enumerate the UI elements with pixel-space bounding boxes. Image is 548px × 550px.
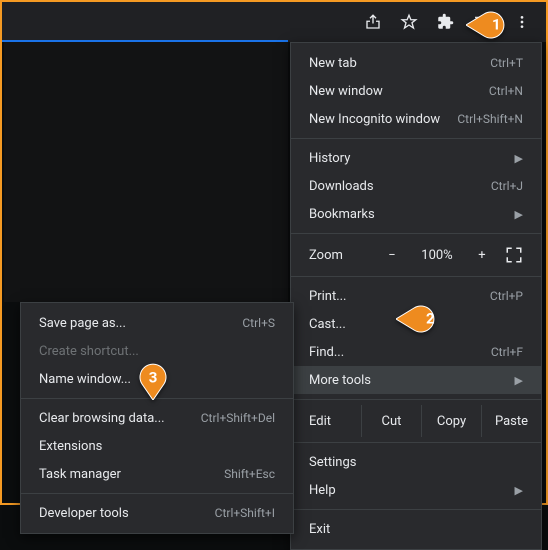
fullscreen-icon[interactable] bbox=[505, 246, 523, 264]
menu-item-shortcut: Ctrl+F bbox=[491, 345, 523, 359]
share-icon[interactable] bbox=[364, 13, 382, 31]
menu-separator bbox=[291, 509, 541, 510]
menu-item-label: Task manager bbox=[39, 467, 121, 482]
edit-copy-button[interactable]: Copy bbox=[421, 405, 481, 437]
main-menu: New tab Ctrl+T New window Ctrl+N New Inc… bbox=[290, 42, 542, 550]
menu-new-tab[interactable]: New tab Ctrl+T bbox=[291, 49, 541, 77]
submenu-clear-browsing-data[interactable]: Clear browsing data... Ctrl+Shift+Del bbox=[21, 404, 293, 432]
menu-separator bbox=[21, 493, 293, 494]
menu-item-shortcut: Ctrl+N bbox=[489, 84, 523, 98]
menu-item-label: New tab bbox=[309, 56, 357, 71]
menu-item-label: Save page as... bbox=[39, 316, 126, 331]
zoom-out-button[interactable]: − bbox=[383, 248, 401, 263]
more-tools-submenu: Save page as... Ctrl+S Create shortcut..… bbox=[20, 302, 294, 534]
menu-separator bbox=[291, 138, 541, 139]
menu-help[interactable]: Help ▶ bbox=[291, 476, 541, 504]
menu-new-window[interactable]: New window Ctrl+N bbox=[291, 77, 541, 105]
menu-item-label: History bbox=[309, 151, 350, 166]
menu-separator bbox=[291, 399, 541, 400]
menu-item-label: Developer tools bbox=[39, 506, 129, 521]
menu-item-label: Help bbox=[309, 483, 336, 498]
menu-item-label: New window bbox=[309, 84, 383, 99]
menu-item-label: Cast... bbox=[309, 317, 346, 332]
edit-cut-button[interactable]: Cut bbox=[361, 405, 421, 437]
chevron-right-icon: ▶ bbox=[515, 484, 523, 497]
menu-item-label: Bookmarks bbox=[309, 207, 375, 222]
menu-item-shortcut: Ctrl+P bbox=[490, 289, 523, 303]
zoom-in-button[interactable]: + bbox=[473, 248, 491, 263]
menu-item-label: Downloads bbox=[309, 179, 374, 194]
zoom-label: Zoom bbox=[309, 248, 369, 263]
menu-item-label: Print... bbox=[309, 289, 346, 304]
menu-item-label: New Incognito window bbox=[309, 112, 440, 127]
callout-number: 1 bbox=[492, 16, 501, 34]
zoom-percent: 100% bbox=[415, 248, 459, 263]
menu-item-label: Name window... bbox=[39, 372, 131, 387]
edit-paste-button[interactable]: Paste bbox=[481, 405, 541, 437]
menu-item-label: Settings bbox=[309, 455, 356, 470]
callout-1: 1 bbox=[466, 10, 522, 40]
callout-number: 2 bbox=[426, 310, 435, 328]
edit-label: Edit bbox=[291, 414, 361, 429]
menu-settings[interactable]: Settings bbox=[291, 448, 541, 476]
menu-exit[interactable]: Exit bbox=[291, 515, 541, 543]
callout-3: 3 bbox=[138, 358, 168, 400]
menu-item-shortcut: Ctrl+Shift+Del bbox=[201, 411, 275, 425]
menu-history[interactable]: History ▶ bbox=[291, 144, 541, 172]
chevron-right-icon: ▶ bbox=[515, 152, 523, 165]
menu-new-incognito[interactable]: New Incognito window Ctrl+Shift+N bbox=[291, 105, 541, 133]
browser-toolbar bbox=[2, 2, 546, 42]
menu-item-label: Clear browsing data... bbox=[39, 411, 165, 426]
menu-item-label: Find... bbox=[309, 345, 344, 360]
chevron-right-icon: ▶ bbox=[515, 374, 523, 387]
menu-separator bbox=[291, 233, 541, 234]
menu-item-shortcut: Ctrl+Shift+N bbox=[457, 112, 523, 126]
menu-zoom-row: Zoom − 100% + bbox=[291, 239, 541, 271]
callout-2: 2 bbox=[396, 304, 452, 334]
menu-item-label: Create shortcut... bbox=[39, 344, 139, 359]
menu-item-shortcut: Ctrl+Shift+I bbox=[215, 506, 275, 520]
submenu-task-manager[interactable]: Task manager Shift+Esc bbox=[21, 460, 293, 488]
menu-separator bbox=[291, 276, 541, 277]
menu-item-shortcut: Ctrl+S bbox=[242, 316, 275, 330]
chevron-right-icon: ▶ bbox=[515, 208, 523, 221]
menu-more-tools[interactable]: More tools ▶ bbox=[291, 366, 541, 394]
menu-edit-row: Edit Cut Copy Paste bbox=[291, 405, 541, 437]
menu-item-label: Extensions bbox=[39, 439, 102, 454]
menu-item-label: Exit bbox=[309, 522, 330, 537]
menu-bookmarks[interactable]: Bookmarks ▶ bbox=[291, 200, 541, 228]
submenu-developer-tools[interactable]: Developer tools Ctrl+Shift+I bbox=[21, 499, 293, 527]
callout-number: 3 bbox=[149, 369, 158, 387]
submenu-extensions[interactable]: Extensions bbox=[21, 432, 293, 460]
menu-item-shortcut: Shift+Esc bbox=[224, 467, 275, 481]
menu-item-shortcut: Ctrl+T bbox=[490, 56, 523, 70]
menu-find[interactable]: Find... Ctrl+F bbox=[291, 338, 541, 366]
menu-downloads[interactable]: Downloads Ctrl+J bbox=[291, 172, 541, 200]
menu-item-label: More tools bbox=[309, 373, 371, 388]
page-content-dark bbox=[4, 42, 288, 302]
star-icon[interactable] bbox=[400, 13, 418, 31]
submenu-save-page[interactable]: Save page as... Ctrl+S bbox=[21, 309, 293, 337]
menu-separator bbox=[291, 442, 541, 443]
extensions-icon[interactable] bbox=[436, 13, 454, 31]
menu-item-shortcut: Ctrl+J bbox=[491, 179, 523, 193]
